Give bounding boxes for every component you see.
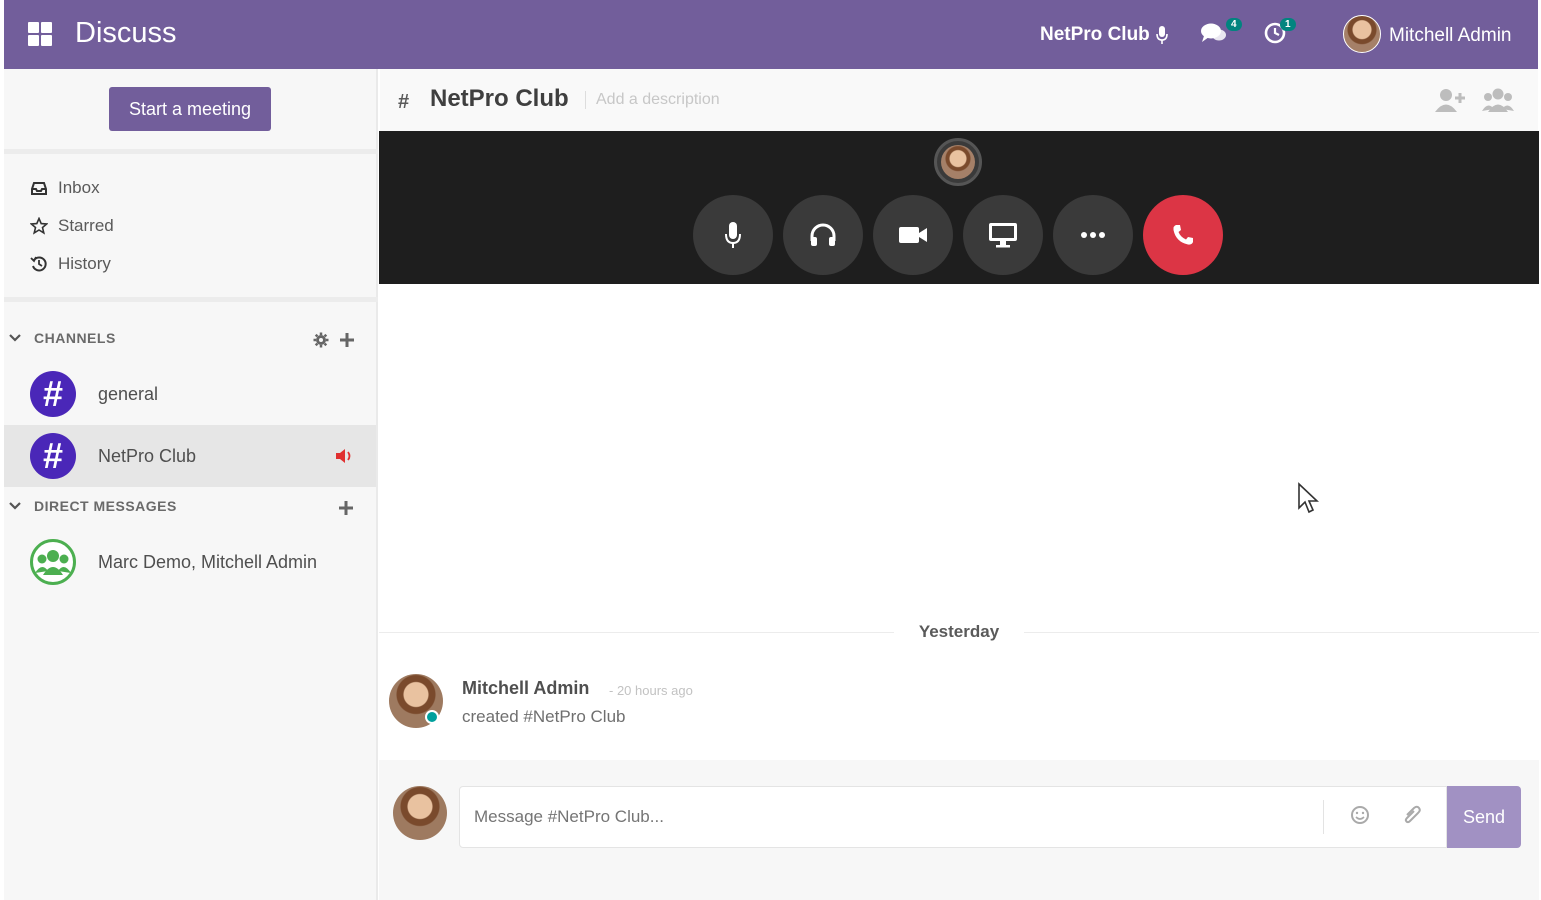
channel-hash-icon: # [398, 91, 410, 113]
add-channel-icon[interactable] [339, 332, 355, 348]
messages-badge: 4 [1226, 18, 1242, 31]
members-icon [1482, 88, 1514, 112]
message-date: - 20 hours ago [609, 683, 693, 698]
mute-microphone-button[interactable] [693, 195, 773, 275]
composer-avatar [393, 786, 447, 840]
channel-hash-icon: # [30, 371, 76, 417]
sidebar-divider [4, 297, 378, 302]
sidebar-channel-netpro-club[interactable]: # NetPro Club [4, 425, 376, 487]
online-status-icon [425, 710, 439, 724]
share-screen-button[interactable] [963, 195, 1043, 275]
gear-icon[interactable] [313, 332, 329, 348]
member-list-button[interactable] [1482, 87, 1514, 115]
sidebar-dm-label: Marc Demo, Mitchell Admin [98, 551, 318, 572]
top-navbar: Discuss NetPro Club 4 1 Mitchell Admin [4, 0, 1538, 69]
group-avatar-icon [30, 539, 76, 585]
message-author[interactable]: Mitchell Admin [462, 678, 589, 699]
composer-divider [1323, 800, 1324, 834]
message-body: created #NetPro Club [462, 707, 626, 726]
chat-icon [1201, 23, 1226, 42]
chevron-down-icon [9, 334, 21, 342]
camera-button[interactable] [873, 195, 953, 275]
direct-messages-category-actions [338, 500, 354, 516]
user-menu-name[interactable]: Mitchell Admin [1389, 25, 1512, 47]
start-meeting-button[interactable]: Start a meeting [109, 87, 271, 131]
call-participant-avatar[interactable] [934, 138, 982, 186]
sidebar-divider [4, 149, 378, 154]
channels-category-header[interactable]: CHANNELS [8, 330, 116, 346]
apps-menu-icon[interactable] [28, 22, 52, 46]
emoji-button[interactable] [1349, 804, 1373, 828]
channels-category-actions [313, 332, 355, 348]
sidebar-dm-marc-demo[interactable]: Marc Demo, Mitchell Admin [4, 531, 376, 593]
desktop-icon [989, 223, 1017, 248]
user-avatar[interactable] [1343, 15, 1381, 53]
sidebar-item-starred[interactable]: Starred [30, 216, 114, 236]
add-direct-message-icon[interactable] [338, 500, 354, 516]
sidebar-channel-label: NetPro Club [98, 445, 197, 466]
sidebar-item-inbox[interactable]: Inbox [30, 178, 100, 198]
thread-header: # NetPro Club Add a description [380, 69, 1538, 131]
history-icon [30, 256, 47, 272]
channels-category-label: CHANNELS [34, 330, 116, 346]
message-input[interactable] [459, 786, 1447, 848]
date-separator: Yesterday [894, 622, 1024, 642]
chevron-down-icon [9, 502, 21, 510]
sidebar-item-label: History [58, 254, 111, 273]
sidebar-item-label: Inbox [58, 178, 100, 197]
star-icon [30, 217, 48, 235]
send-button[interactable]: Send [1447, 786, 1521, 848]
sidebar-channel-label: general [98, 383, 159, 404]
message-thread: Yesterday Mitchell Admin - 20 hours ago … [379, 284, 1539, 760]
phone-icon [1173, 225, 1193, 245]
video-camera-icon [899, 227, 927, 243]
direct-messages-category-label: DIRECT MESSAGES [34, 498, 177, 514]
more-options-button[interactable] [1053, 195, 1133, 275]
inbox-icon [31, 182, 47, 195]
discuss-sidebar: Start a meeting Inbox Starred History CH… [4, 69, 378, 900]
hang-up-button[interactable] [1143, 195, 1223, 275]
mouse-cursor-icon [1298, 482, 1319, 514]
app-title[interactable]: Discuss [75, 17, 177, 50]
sidebar-channel-general[interactable]: # general [4, 363, 376, 425]
sidebar-item-label: Starred [58, 216, 114, 235]
attach-file-button[interactable] [1401, 804, 1425, 828]
paperclip-icon [1404, 805, 1421, 824]
active-call-indicator[interactable]: NetPro Club [1040, 24, 1168, 46]
channel-hash-icon: # [30, 433, 76, 479]
channel-description-input[interactable]: Add a description [585, 91, 720, 109]
channel-name[interactable]: NetPro Club [430, 85, 569, 113]
activity-badge: 1 [1280, 18, 1296, 31]
sidebar-item-history[interactable]: History [30, 254, 111, 274]
microphone-icon [1155, 26, 1168, 44]
speaker-volume-icon [336, 449, 351, 463]
direct-messages-category-header[interactable]: DIRECT MESSAGES [8, 498, 177, 514]
ellipsis-icon [1081, 232, 1105, 238]
microphone-icon [725, 222, 741, 248]
invite-member-button[interactable] [1434, 87, 1466, 115]
message-composer: Send [379, 760, 1539, 900]
headphones-icon [810, 223, 836, 246]
add-user-icon [1435, 89, 1465, 112]
active-call-channel: NetPro Club [1040, 24, 1150, 45]
smile-icon [1351, 806, 1369, 824]
deafen-button[interactable] [783, 195, 863, 275]
call-panel [379, 131, 1539, 284]
